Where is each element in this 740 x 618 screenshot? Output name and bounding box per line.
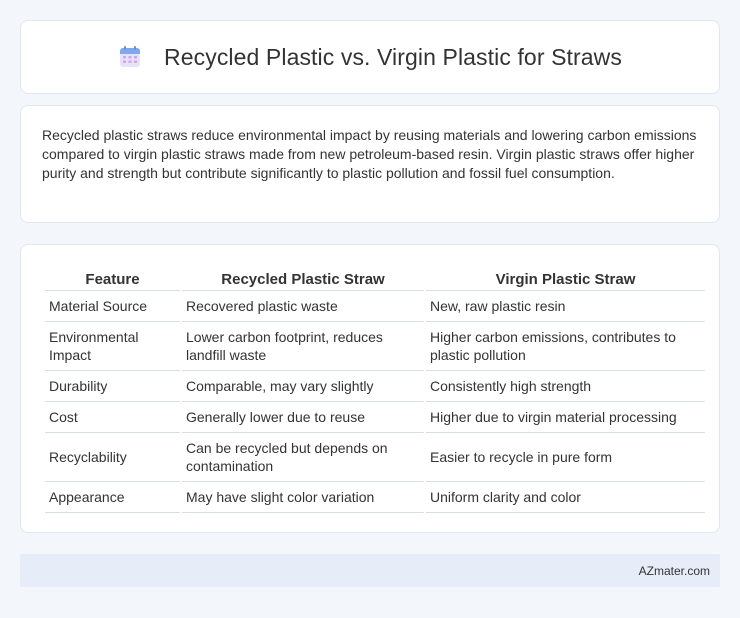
table-row: Durability Comparable, may vary slightly… (45, 371, 705, 402)
cell-virgin: Higher due to virgin material processing (426, 402, 705, 433)
cell-feature: Durability (45, 371, 180, 402)
cell-feature: Appearance (45, 482, 180, 513)
title-card: Recycled Plastic vs. Virgin Plastic for … (20, 20, 720, 94)
header-virgin: Virgin Plastic Straw (426, 265, 705, 291)
header-feature: Feature (45, 265, 180, 291)
cell-virgin: Higher carbon emissions, contributes to … (426, 322, 705, 371)
summary-text: Recycled plastic straws reduce environme… (42, 127, 697, 181)
table-row: Environmental Impact Lower carbon footpr… (45, 322, 705, 371)
cell-virgin: Uniform clarity and color (426, 482, 705, 513)
cell-virgin: Easier to recycle in pure form (426, 433, 705, 482)
table-header-row: Feature Recycled Plastic Straw Virgin Pl… (45, 265, 705, 291)
title-wrap: Recycled Plastic vs. Virgin Plastic for … (118, 44, 622, 71)
cell-recycled: Can be recycled but depends on contamina… (182, 433, 424, 482)
footer-site-link[interactable]: AZmater.com (639, 564, 710, 578)
table-row: Appearance May have slight color variati… (45, 482, 705, 513)
cell-virgin: Consistently high strength (426, 371, 705, 402)
page-title: Recycled Plastic vs. Virgin Plastic for … (164, 43, 622, 70)
cell-recycled: Lower carbon footprint, reduces landfill… (182, 322, 424, 371)
table-row: Recyclability Can be recycled but depend… (45, 433, 705, 482)
cell-recycled: Generally lower due to reuse (182, 402, 424, 433)
comparison-table: Feature Recycled Plastic Straw Virgin Pl… (43, 265, 707, 513)
cell-feature: Environmental Impact (45, 322, 180, 371)
footer-bar: AZmater.com (20, 554, 720, 587)
table-row: Material Source Recovered plastic waste … (45, 291, 705, 322)
table-row: Cost Generally lower due to reuse Higher… (45, 402, 705, 433)
calendar-icon (118, 45, 142, 69)
summary-card: Recycled plastic straws reduce environme… (20, 105, 720, 223)
cell-recycled: May have slight color variation (182, 482, 424, 513)
header-recycled: Recycled Plastic Straw (182, 265, 424, 291)
cell-feature: Recyclability (45, 433, 180, 482)
comparison-table-card: Feature Recycled Plastic Straw Virgin Pl… (20, 244, 720, 533)
cell-feature: Cost (45, 402, 180, 433)
cell-recycled: Recovered plastic waste (182, 291, 424, 322)
cell-virgin: New, raw plastic resin (426, 291, 705, 322)
cell-recycled: Comparable, may vary slightly (182, 371, 424, 402)
cell-feature: Material Source (45, 291, 180, 322)
